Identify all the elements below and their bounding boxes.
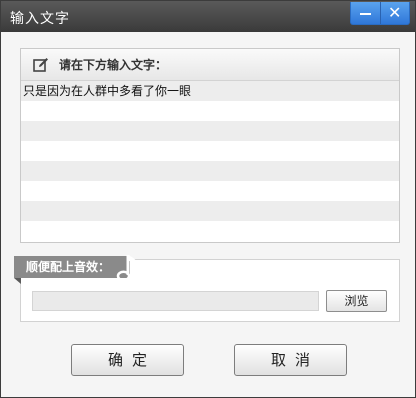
close-icon: ✕ <box>388 3 402 22</box>
text-line[interactable] <box>21 221 399 241</box>
ok-button[interactable]: 确定 <box>71 344 184 376</box>
text-line[interactable] <box>21 101 399 121</box>
text-line[interactable] <box>21 121 399 141</box>
window-title: 输入文字 <box>10 11 70 27</box>
close-button[interactable]: ✕ <box>379 2 410 24</box>
music-note-icon <box>116 255 137 282</box>
tag-fold <box>14 278 21 284</box>
input-text-dialog: 输入文字 ✕ 请在下方输入文字： 只是因为在人群中多看了你一眼 顺便配上音效： … <box>0 0 416 398</box>
cancel-button[interactable]: 取消 <box>234 344 347 376</box>
text-panel-label: 请在下方输入文字： <box>59 58 168 72</box>
title-bar[interactable]: 输入文字 ✕ <box>1 1 415 32</box>
edit-icon <box>33 57 48 72</box>
text-input-panel: 请在下方输入文字： 只是因为在人群中多看了你一眼 <box>20 48 400 243</box>
text-line[interactable] <box>21 201 399 221</box>
sound-effect-tag: 顺便配上音效： <box>14 256 131 278</box>
text-line[interactable] <box>21 141 399 161</box>
text-line[interactable] <box>21 181 399 201</box>
minimize-button[interactable] <box>351 2 380 24</box>
minimize-icon <box>359 13 371 15</box>
browse-button[interactable]: 浏览 <box>326 290 387 312</box>
text-input-area[interactable]: 只是因为在人群中多看了你一眼 <box>21 81 399 242</box>
text-line[interactable] <box>21 161 399 181</box>
window-controls: ✕ <box>350 2 410 25</box>
text-line[interactable]: 只是因为在人群中多看了你一眼 <box>21 81 399 101</box>
text-panel-header: 请在下方输入文字： <box>21 49 399 81</box>
sound-file-path-input[interactable] <box>32 291 319 311</box>
sound-effect-panel: 顺便配上音效： 浏览 <box>14 255 400 322</box>
